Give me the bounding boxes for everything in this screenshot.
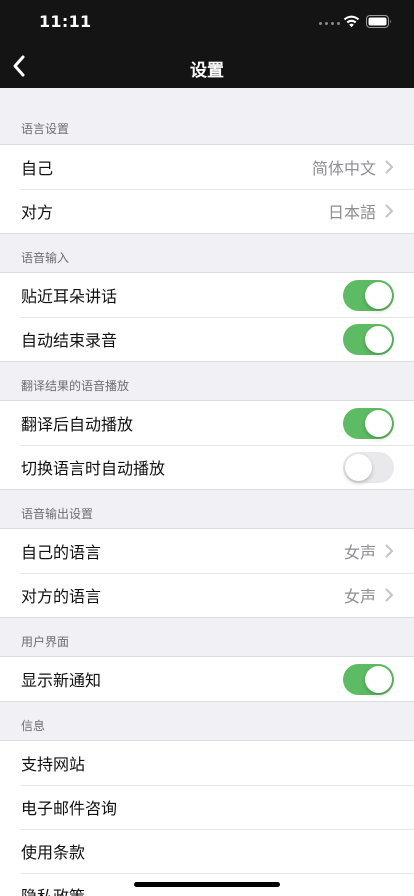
- row-show-notifications: 显示新通知: [0, 657, 414, 701]
- row-label: 贴近耳朵讲话: [21, 287, 118, 306]
- row-partner-language[interactable]: 对方 日本語: [0, 189, 414, 233]
- row-label: 显示新通知: [21, 671, 102, 690]
- toggle-switch[interactable]: [343, 663, 394, 695]
- row-partner-voice[interactable]: 对方的语言 女声: [0, 573, 414, 617]
- row-label: 对方: [21, 203, 54, 222]
- row-speak-near-ear: 贴近耳朵讲话: [0, 273, 414, 317]
- row-value: 女声: [343, 587, 376, 606]
- settings-group: 贴近耳朵讲话 自动结束录音: [0, 272, 414, 362]
- chevron-right-icon: [385, 544, 393, 558]
- battery-icon: [366, 15, 391, 28]
- row-label: 自动结束录音: [21, 331, 118, 350]
- chevron-right-icon: [385, 588, 393, 602]
- settings-group: 自己的语言 女声 对方的语言 女声: [0, 528, 414, 618]
- row-value: 日本語: [327, 203, 376, 222]
- section-header-user-interface: 用户界面: [0, 618, 414, 656]
- row-terms-of-use[interactable]: 使用条款: [0, 829, 414, 873]
- toggle-switch[interactable]: [343, 323, 394, 355]
- chevron-right-icon: [385, 160, 393, 174]
- home-indicator[interactable]: [134, 882, 280, 887]
- row-self-voice[interactable]: 自己的语言 女声: [0, 529, 414, 573]
- section-header-info: 信息: [0, 702, 414, 740]
- signal-icon: [319, 22, 340, 25]
- settings-group: 翻译后自动播放 切换语言时自动播放: [0, 400, 414, 490]
- chevron-right-icon: [385, 204, 393, 218]
- row-email-inquiry[interactable]: 电子邮件咨询: [0, 785, 414, 829]
- section-header-language: 语言设置: [0, 88, 414, 144]
- row-label: 翻译后自动播放: [21, 415, 134, 434]
- row-label: 切换语言时自动播放: [21, 459, 166, 478]
- row-label: 使用条款: [21, 843, 86, 862]
- row-self-language[interactable]: 自己 简体中文: [0, 145, 414, 189]
- row-label: 对方的语言: [21, 587, 102, 606]
- toggle-switch[interactable]: [343, 451, 394, 483]
- toggle-switch[interactable]: [343, 407, 394, 439]
- row-label: 电子邮件咨询: [21, 799, 118, 818]
- row-label: 支持网站: [21, 755, 86, 774]
- row-auto-play-on-switch: 切换语言时自动播放: [0, 445, 414, 489]
- section-header-playback: 翻译结果的语音播放: [0, 362, 414, 400]
- section-header-voice-input: 语音输入: [0, 234, 414, 272]
- row-auto-stop-recording: 自动结束录音: [0, 317, 414, 361]
- settings-list: 语言设置 自己 简体中文 对方 日本語 语音输入 贴近耳朵讲话 自动结束录音 翻…: [0, 88, 414, 896]
- row-label: 自己的语言: [21, 543, 102, 562]
- wifi-icon: [343, 15, 360, 28]
- status-time: 11:11: [39, 12, 92, 31]
- row-support-website[interactable]: 支持网站: [0, 741, 414, 785]
- section-header-voice-output: 语音输出设置: [0, 490, 414, 528]
- settings-group: 显示新通知: [0, 656, 414, 702]
- row-value: 简体中文: [311, 159, 376, 178]
- row-value: 女声: [343, 543, 376, 562]
- navigation-bar: 设置: [0, 44, 414, 88]
- settings-group: 支持网站 电子邮件咨询 使用条款 隐私政策: [0, 740, 414, 896]
- settings-group: 自己 简体中文 对方 日本語: [0, 144, 414, 234]
- toggle-switch[interactable]: [343, 279, 394, 311]
- row-auto-play-after-translate: 翻译后自动播放: [0, 401, 414, 445]
- row-label: 自己: [21, 159, 54, 178]
- page-title: 设置: [190, 61, 224, 81]
- status-bar: 11:11: [0, 0, 414, 44]
